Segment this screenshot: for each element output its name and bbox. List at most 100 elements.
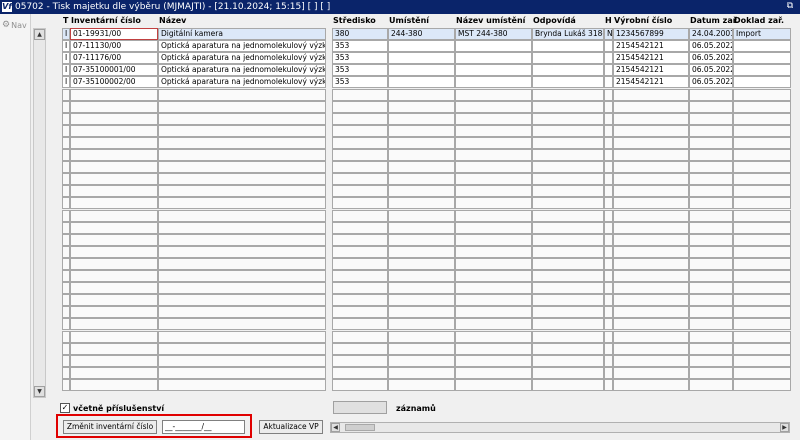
cell-umist[interactable] — [388, 258, 455, 270]
cell-vyr[interactable] — [613, 331, 689, 343]
cell-vyr[interactable] — [613, 355, 689, 367]
cell-name[interactable] — [158, 161, 326, 173]
cell-odp[interactable] — [532, 282, 604, 294]
cell-inv[interactable] — [70, 318, 158, 330]
nav-toggle[interactable]: ⚙ Nav — [2, 20, 27, 30]
cell-vyr[interactable] — [613, 137, 689, 149]
cell-datum[interactable] — [689, 197, 733, 209]
cell-stred[interactable] — [332, 343, 388, 355]
cell-h[interactable] — [604, 367, 613, 379]
cell-name[interactable] — [158, 89, 326, 101]
scroll-left-icon[interactable]: ◀ — [331, 423, 340, 432]
cell-odp[interactable] — [532, 318, 604, 330]
cell-umist[interactable] — [388, 137, 455, 149]
cell-name[interactable]: Optická aparatura na jednomolekulový výz… — [158, 64, 326, 76]
cell-odp[interactable] — [532, 149, 604, 161]
cell-umist[interactable] — [388, 161, 455, 173]
cell-name[interactable] — [158, 246, 326, 258]
cell-inv[interactable] — [70, 282, 158, 294]
cell-inv[interactable] — [70, 343, 158, 355]
cell-h[interactable] — [604, 173, 613, 185]
cell-doklad[interactable] — [733, 161, 791, 173]
cell-inv[interactable] — [70, 294, 158, 306]
cell-odp[interactable] — [532, 161, 604, 173]
cell-vyr[interactable] — [613, 367, 689, 379]
cell-t[interactable] — [62, 185, 70, 197]
cell-t[interactable] — [62, 282, 70, 294]
cell-nazumist[interactable] — [455, 246, 532, 258]
cell-nazumist[interactable] — [455, 367, 532, 379]
cell-t[interactable]: I — [62, 76, 70, 88]
cell-name[interactable]: Digitální kamera — [158, 28, 326, 40]
cell-odp[interactable] — [532, 52, 604, 64]
cell-datum[interactable] — [689, 318, 733, 330]
cell-h[interactable] — [604, 149, 613, 161]
cell-stred[interactable] — [332, 161, 388, 173]
cell-datum[interactable] — [689, 222, 733, 234]
cell-odp[interactable] — [532, 210, 604, 222]
cell-odp[interactable] — [532, 76, 604, 88]
cell-vyr[interactable] — [613, 197, 689, 209]
vertical-scrollbar[interactable]: ▲ ▼ — [33, 28, 46, 398]
cell-stred[interactable]: 353 — [332, 40, 388, 52]
cell-nazumist[interactable] — [455, 210, 532, 222]
cell-datum[interactable] — [689, 101, 733, 113]
cell-name[interactable] — [158, 318, 326, 330]
cell-stred[interactable] — [332, 306, 388, 318]
cell-name[interactable]: Optická aparatura na jednomolekulový výz… — [158, 76, 326, 88]
cell-vyr[interactable] — [613, 318, 689, 330]
scroll-down-icon[interactable]: ▼ — [34, 386, 45, 397]
cell-datum[interactable]: 06.05.2022 — [689, 76, 733, 88]
cell-name[interactable] — [158, 234, 326, 246]
cell-datum[interactable] — [689, 331, 733, 343]
cell-inv[interactable]: 01-19931/00 — [70, 28, 158, 40]
cell-t[interactable] — [62, 367, 70, 379]
cell-vyr[interactable] — [613, 343, 689, 355]
cell-vyr[interactable]: 2154542121 — [613, 64, 689, 76]
cell-vyr[interactable] — [613, 173, 689, 185]
cell-h[interactable] — [604, 197, 613, 209]
cell-vyr[interactable] — [613, 89, 689, 101]
cell-datum[interactable] — [689, 173, 733, 185]
cell-doklad[interactable] — [733, 113, 791, 125]
cell-umist[interactable] — [388, 149, 455, 161]
cell-name[interactable] — [158, 197, 326, 209]
cell-h[interactable] — [604, 258, 613, 270]
cell-doklad[interactable] — [733, 101, 791, 113]
cell-umist[interactable] — [388, 89, 455, 101]
cell-name[interactable] — [158, 149, 326, 161]
cell-h[interactable] — [604, 222, 613, 234]
cell-umist[interactable]: 244-380 — [388, 28, 455, 40]
cell-name[interactable] — [158, 331, 326, 343]
cell-umist[interactable] — [388, 282, 455, 294]
scroll-up-icon[interactable]: ▲ — [34, 29, 45, 40]
cell-doklad[interactable] — [733, 210, 791, 222]
cell-doklad[interactable] — [733, 234, 791, 246]
cell-t[interactable]: I — [62, 40, 70, 52]
cell-inv[interactable] — [70, 222, 158, 234]
cell-h[interactable] — [604, 161, 613, 173]
cell-h[interactable] — [604, 294, 613, 306]
cell-inv[interactable] — [70, 173, 158, 185]
cell-name[interactable] — [158, 173, 326, 185]
cell-vyr[interactable] — [613, 185, 689, 197]
cell-odp[interactable] — [532, 197, 604, 209]
cell-inv[interactable] — [70, 113, 158, 125]
cell-h[interactable] — [604, 40, 613, 52]
cell-datum[interactable] — [689, 185, 733, 197]
cell-name[interactable] — [158, 355, 326, 367]
cell-inv[interactable] — [70, 234, 158, 246]
cell-h[interactable] — [604, 89, 613, 101]
cell-stred[interactable] — [332, 125, 388, 137]
cell-nazumist[interactable] — [455, 52, 532, 64]
column-header-h[interactable]: H — [605, 16, 612, 26]
cell-name[interactable] — [158, 379, 326, 391]
cell-inv[interactable] — [70, 331, 158, 343]
cell-inv[interactable]: 07-11130/00 — [70, 40, 158, 52]
cell-name[interactable] — [158, 185, 326, 197]
column-header-nazumist[interactable]: Název umístění — [456, 16, 525, 26]
cell-nazumist[interactable] — [455, 173, 532, 185]
cell-doklad[interactable] — [733, 125, 791, 137]
cell-umist[interactable] — [388, 64, 455, 76]
cell-inv[interactable] — [70, 161, 158, 173]
